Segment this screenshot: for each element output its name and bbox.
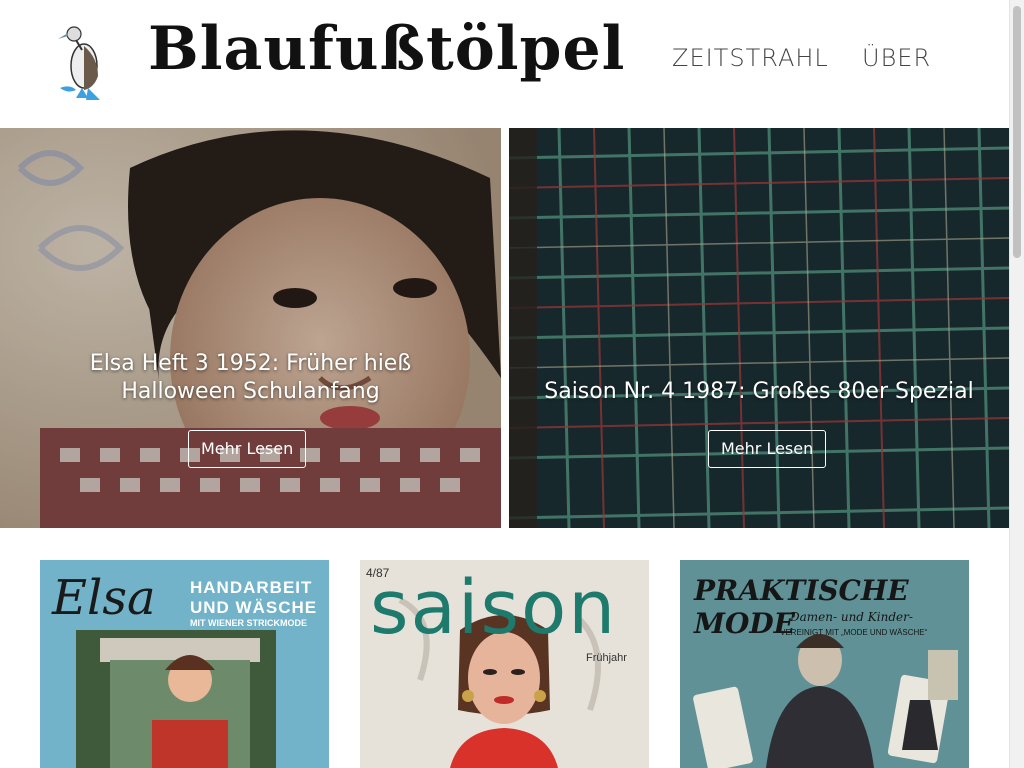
cover-season: Frühjahr — [586, 652, 627, 664]
hero-card-elsa[interactable]: Elsa Heft 3 1952: Früher hieß Halloween … — [0, 128, 501, 528]
cover-masthead: saison — [370, 565, 618, 651]
hero-image-child — [0, 128, 501, 528]
nav-ueber[interactable]: ÜBER — [862, 44, 931, 72]
cover-line: Damen- und Kinder- — [790, 610, 913, 624]
read-more-button[interactable]: Mehr Lesen — [708, 430, 827, 468]
vertical-scrollbar[interactable] — [1009, 0, 1024, 768]
read-more-button[interactable]: Mehr Lesen — [188, 430, 307, 468]
nav-zeitstrahl[interactable]: ZEITSTRAHL — [672, 44, 829, 72]
hero-title: Saison Nr. 4 1987: Großes 80er Spezial — [544, 379, 974, 404]
cover-masthead: Elsa — [52, 570, 156, 626]
cover-line: MIT WIENER STRICKMODE — [190, 618, 307, 628]
site-title[interactable]: Blaufußtölpel — [148, 14, 625, 84]
magazine-cover-elsa[interactable]: Elsa HANDARBEIT UND WÄSCHE MIT WIENER ST… — [40, 560, 329, 768]
magazine-cover-praktische-mode[interactable]: PRAKTISCHE MODE Damen- und Kinder- VEREI… — [680, 560, 969, 768]
hero-image-plaid — [509, 128, 1009, 528]
cover-line: UND WÄSCHE — [190, 598, 318, 617]
site-header: Blaufußtölpel ZEITSTRAHL ÜBER — [0, 0, 1009, 128]
scrollbar-thumb[interactable] — [1013, 6, 1021, 258]
cover-line: VEREINIGT MIT „MODE UND WÄSCHE“ — [780, 628, 928, 637]
blue-footed-booby-icon[interactable] — [54, 20, 114, 104]
magazine-cover-saison[interactable]: 4/87 saison Frühjahr — [360, 560, 649, 768]
hero-card-saison[interactable]: Saison Nr. 4 1987: Großes 80er Spezial M… — [509, 128, 1009, 528]
hero-title: Elsa Heft 3 1952: Früher hieß Halloween … — [89, 351, 412, 404]
cover-line: HANDARBEIT — [190, 578, 313, 597]
